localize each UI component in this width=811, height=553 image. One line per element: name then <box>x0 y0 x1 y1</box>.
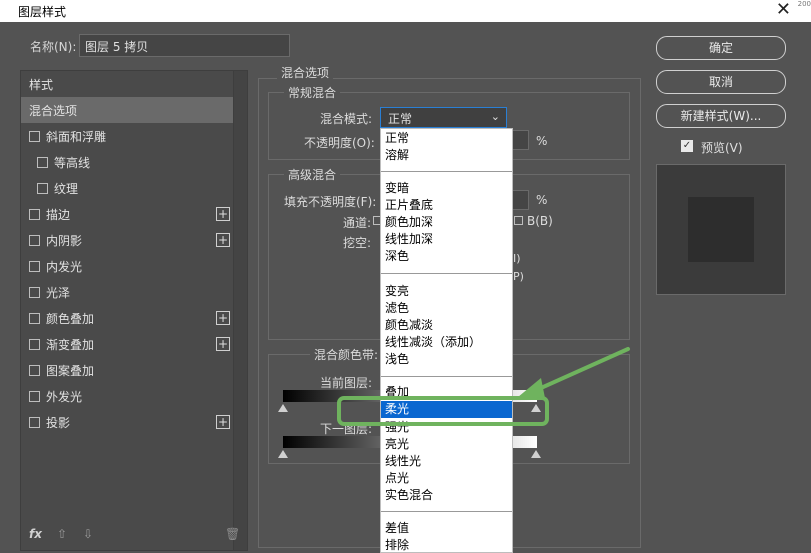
blend-mode-dropdown: 正常 溶解 变暗 正片叠底 颜色加深 线性加深 深色 变亮 滤色 颜色减淡 线性… <box>380 128 513 553</box>
style-item-blending-options[interactable]: 混合选项 <box>21 97 233 123</box>
dropdown-item[interactable]: 差值 <box>381 520 512 537</box>
style-item-pattern-overlay[interactable]: 图案叠加 <box>21 357 233 383</box>
dropdown-separator <box>381 273 512 274</box>
annotation-highlight-box <box>337 396 549 426</box>
dropdown-separator <box>381 511 512 512</box>
channel-b-checkbox[interactable] <box>514 216 523 225</box>
dropdown-item[interactable]: 滤色 <box>381 300 512 317</box>
checkbox[interactable] <box>29 260 40 272</box>
dropdown-item[interactable]: 深色 <box>381 248 512 265</box>
dropdown-item[interactable]: 排除 <box>381 537 512 552</box>
style-item-gradient-overlay[interactable]: 渐变叠加 + <box>21 331 233 357</box>
advanced-blending-title: 高级混合 <box>284 166 341 183</box>
checkbox[interactable] <box>37 156 48 168</box>
style-list-footer: fx ⇧ ⇩ 🗑 <box>29 527 241 545</box>
checkbox[interactable] <box>29 208 40 220</box>
style-list: 样式 混合选项 斜面和浮雕 等高线 纹理 描边 + 内阴影 + 内发光 光泽 颜… <box>20 70 248 551</box>
name-label: 名称(N): <box>30 40 77 54</box>
general-blending-title: 常规混合 <box>284 84 341 101</box>
dropdown-item[interactable]: 颜色加深 <box>381 214 512 231</box>
knockout-label: 挖空: <box>343 236 372 250</box>
close-icon[interactable]: ✕ <box>776 0 791 20</box>
move-up-icon[interactable]: ⇧ <box>57 527 67 541</box>
blending-options-title: 混合选项 <box>277 64 334 81</box>
style-item-satin[interactable]: 光泽 <box>21 279 233 305</box>
checkbox[interactable] <box>29 286 40 298</box>
style-item-bevel-emboss[interactable]: 斜面和浮雕 <box>21 123 233 149</box>
checkbox[interactable] <box>37 182 48 194</box>
name-input[interactable]: 图层 5 拷贝 <box>79 34 290 57</box>
style-item-contour[interactable]: 等高线 <box>21 149 233 175</box>
dropdown-item[interactable]: 正常 <box>381 130 512 147</box>
style-item-color-overlay[interactable]: 颜色叠加 + <box>21 305 233 331</box>
style-item-inner-shadow[interactable]: 内阴影 + <box>21 227 233 253</box>
style-item-outer-glow[interactable]: 外发光 <box>21 383 233 409</box>
cancel-button[interactable]: 取消 <box>656 70 786 94</box>
dropdown-item[interactable]: 变暗 <box>381 180 512 197</box>
advanced-option-fragment-i: I) <box>513 252 521 265</box>
current-layer-black-slider[interactable] <box>278 404 288 412</box>
blend-if-title: 混合颜色带: <box>310 346 383 363</box>
dropdown-item[interactable]: 点光 <box>381 470 512 487</box>
dropdown-item[interactable]: 颜色减淡 <box>381 317 512 334</box>
corner-text: 200 <box>797 0 811 8</box>
underlying-layer-black-slider[interactable] <box>278 450 288 458</box>
checkbox[interactable] <box>29 416 40 428</box>
opacity-label: 不透明度(O): <box>304 136 375 150</box>
fill-opacity-label: 填充不透明度(F): <box>284 195 377 209</box>
current-layer-label: 当前图层: <box>320 376 373 390</box>
checkbox[interactable] <box>29 312 40 324</box>
add-icon[interactable]: + <box>216 311 230 325</box>
add-icon[interactable]: + <box>216 233 230 247</box>
blend-mode-label: 混合模式: <box>320 112 373 126</box>
dropdown-item[interactable]: 亮光 <box>381 436 512 453</box>
dropdown-item[interactable]: 线性加深 <box>381 231 512 248</box>
advanced-option-fragment-p: P) <box>513 270 524 283</box>
fx-icon[interactable]: fx <box>29 527 42 541</box>
checkbox[interactable] <box>29 130 40 142</box>
title-bar: 图层样式 ✕ 200 <box>0 0 811 22</box>
dropdown-item[interactable]: 变亮 <box>381 283 512 300</box>
window-title: 图层样式 <box>18 5 67 19</box>
chevron-down-icon: ⌄ <box>490 110 500 123</box>
dropdown-item[interactable]: 浅色 <box>381 351 512 368</box>
dropdown-item[interactable]: 线性光 <box>381 453 512 470</box>
checkbox[interactable] <box>29 234 40 246</box>
style-item-drop-shadow[interactable]: 投影 + <box>21 409 233 435</box>
opacity-unit: % <box>536 134 548 148</box>
dropdown-separator <box>381 376 512 377</box>
style-item-inner-glow[interactable]: 内发光 <box>21 253 233 279</box>
preview-label: 预览(V) <box>701 141 743 155</box>
dropdown-item[interactable]: 正片叠底 <box>381 197 512 214</box>
dropdown-separator <box>381 171 512 172</box>
move-down-icon[interactable]: ⇩ <box>83 527 93 541</box>
checkbox[interactable] <box>29 390 40 402</box>
style-item-texture[interactable]: 纹理 <box>21 175 233 201</box>
blend-mode-select[interactable]: 正常 ⌄ <box>380 107 507 128</box>
dropdown-item[interactable]: 实色混合 <box>381 487 512 504</box>
style-list-header: 样式 <box>29 77 54 92</box>
dropdown-item[interactable]: 线性减淡（添加） <box>381 334 512 351</box>
underlying-layer-white-slider[interactable] <box>531 450 541 458</box>
add-icon[interactable]: + <box>216 337 230 351</box>
channel-b-label: B(B) <box>527 214 553 228</box>
fill-opacity-input[interactable] <box>511 190 529 210</box>
add-icon[interactable]: + <box>216 207 230 221</box>
channels-label: 通道: <box>343 216 372 230</box>
opacity-input[interactable] <box>511 130 529 150</box>
new-style-button[interactable]: 新建样式(W)... <box>656 104 786 128</box>
fill-opacity-unit: % <box>536 193 548 207</box>
preview-thumbnail-inner <box>688 197 754 262</box>
trash-icon[interactable]: 🗑 <box>225 527 240 541</box>
dropdown-item[interactable]: 溶解 <box>381 147 512 164</box>
style-list-scrollbar[interactable] <box>233 71 247 550</box>
add-icon[interactable]: + <box>216 415 230 429</box>
style-item-stroke[interactable]: 描边 + <box>21 201 233 227</box>
preview-checkbox[interactable]: ✓ <box>681 140 693 152</box>
checkbox[interactable] <box>29 364 40 376</box>
ok-button[interactable]: 确定 <box>656 36 786 60</box>
checkbox[interactable] <box>29 338 40 350</box>
